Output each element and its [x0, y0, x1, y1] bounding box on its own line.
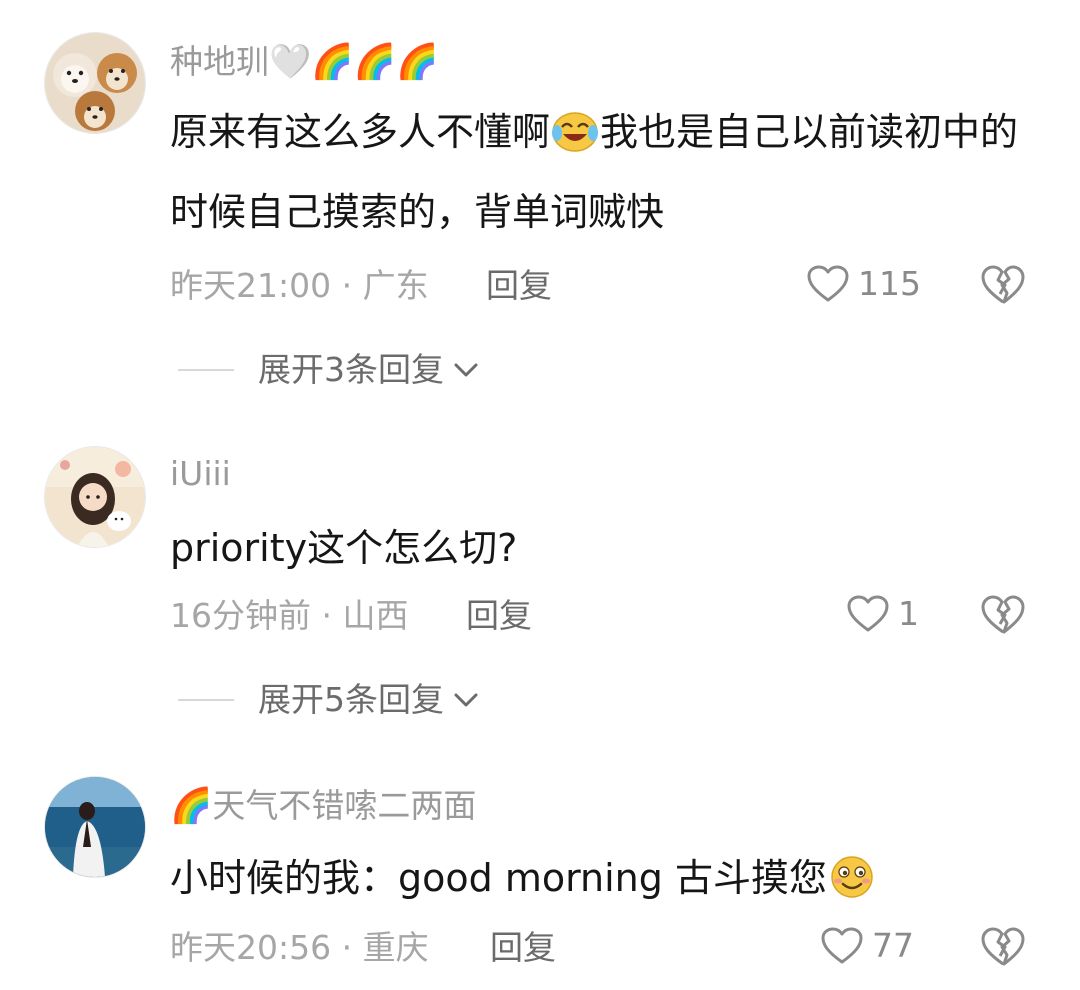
- comment-meta: 昨天20:56 · 重庆: [170, 928, 429, 968]
- comment-location: 重庆: [362, 928, 429, 967]
- avatar-seaside-photo-image: [45, 777, 145, 877]
- comment-time: 昨天20:56: [170, 928, 332, 967]
- avatar[interactable]: [44, 446, 146, 548]
- dislike-button[interactable]: [980, 926, 1026, 968]
- like-button[interactable]: 1: [846, 594, 919, 634]
- username-text: 天气不错嗦二两面: [212, 786, 477, 825]
- like-count: 77: [872, 926, 914, 965]
- heart-icon: [847, 595, 889, 632]
- comment-text: priority这个怎么切?: [170, 508, 1040, 588]
- crying-laughing-emoji-icon: [552, 112, 599, 152]
- reply-button[interactable]: 回复: [490, 928, 556, 968]
- comment-time: 16分钟前: [170, 596, 311, 635]
- expand-replies-button[interactable]: 展开5条回复: [178, 680, 480, 720]
- avatar-dogs-image: [45, 33, 145, 133]
- comment-text-part: 小时候的我：good morning 古斗摸您: [170, 856, 827, 900]
- like-count: 115: [858, 264, 921, 303]
- comment-text: 小时候的我：good morning 古斗摸您: [170, 838, 1040, 918]
- smirk-emoji-icon: [831, 856, 873, 898]
- expand-replies-label: 展开5条回复: [258, 680, 444, 719]
- heart-icon: [807, 265, 849, 302]
- comment-meta: 16分钟前 · 山西: [170, 596, 408, 636]
- comment-time: 昨天21:00: [170, 266, 332, 305]
- comment-text-part: 原来有这么多人不懂啊: [170, 110, 551, 154]
- dislike-button[interactable]: [980, 264, 1026, 306]
- avatar-girl-illustration-image: [45, 447, 145, 547]
- reply-button[interactable]: 回复: [486, 266, 552, 306]
- dislike-button[interactable]: [980, 594, 1026, 636]
- meta-separator: ·: [331, 266, 363, 305]
- divider-line: [178, 369, 234, 371]
- heart-icon: [821, 927, 863, 964]
- username[interactable]: 🌈天气不错嗦二两面: [170, 786, 476, 826]
- username-emoji-suffix: 🤍🌈🌈🌈: [269, 42, 439, 82]
- meta-separator: ·: [311, 596, 343, 635]
- like-count: 1: [898, 594, 919, 633]
- divider-line: [178, 699, 234, 701]
- expand-replies-button[interactable]: 展开3条回复: [178, 350, 480, 390]
- broken-heart-icon: [981, 595, 1025, 634]
- broken-heart-icon: [981, 265, 1025, 304]
- meta-separator: ·: [331, 928, 363, 967]
- avatar[interactable]: [44, 32, 146, 134]
- username-emoji-prefix: 🌈: [170, 786, 213, 826]
- like-button[interactable]: 115: [806, 264, 921, 304]
- chevron-down-icon: [454, 693, 478, 707]
- broken-heart-icon: [981, 927, 1025, 966]
- expand-replies-label: 展开3条回复: [258, 350, 444, 389]
- comment-text-part: priority这个怎么切?: [170, 526, 518, 570]
- username-text: iUiii: [170, 454, 231, 493]
- reply-button[interactable]: 回复: [466, 596, 532, 636]
- username[interactable]: 种地玔🤍🌈🌈🌈: [170, 42, 438, 82]
- username[interactable]: iUiii: [170, 454, 231, 494]
- comment-location: 山西: [342, 596, 409, 635]
- comment-meta: 昨天21:00 · 广东: [170, 266, 429, 306]
- comment-text: 原来有这么多人不懂啊 我也是自己以前读初中的时候自己摸索的，背单词贼快: [170, 92, 1040, 252]
- username-text: 种地玔: [170, 42, 269, 81]
- avatar[interactable]: [44, 776, 146, 878]
- comment-location: 广东: [362, 266, 429, 305]
- chevron-down-icon: [454, 363, 478, 377]
- like-button[interactable]: 77: [820, 926, 914, 966]
